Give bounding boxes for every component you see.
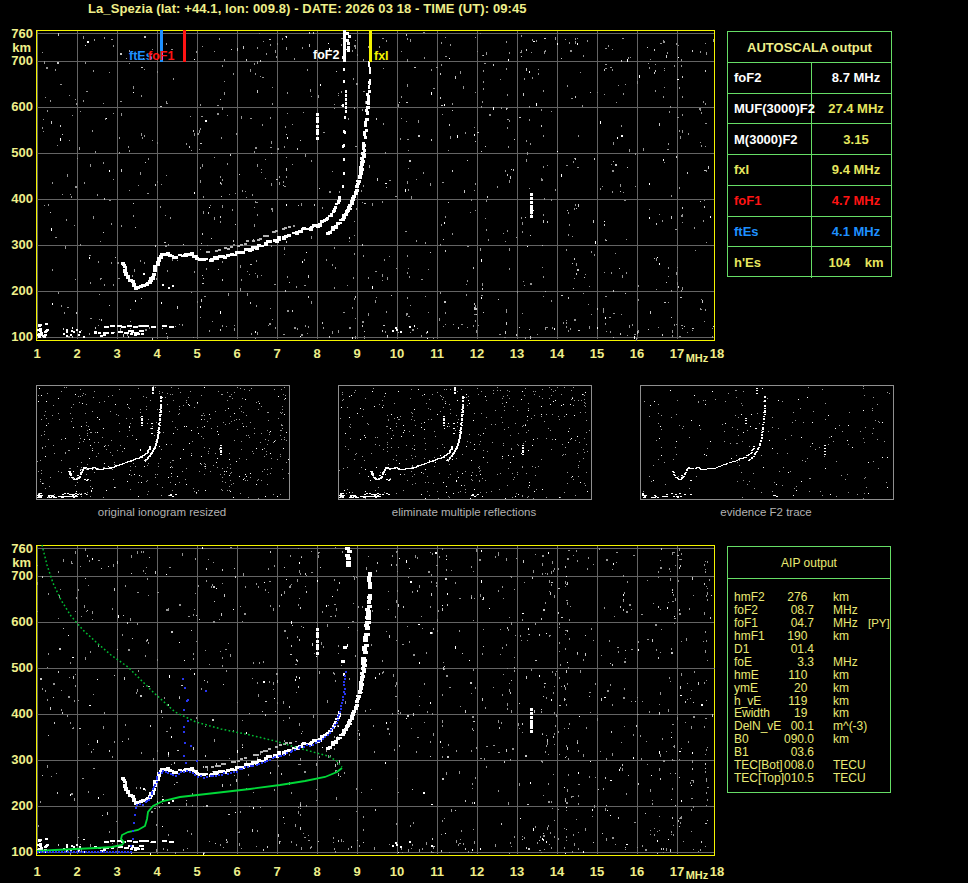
svg-text:14: 14 bbox=[550, 346, 565, 361]
svg-text:8: 8 bbox=[313, 864, 320, 879]
svg-text:400: 400 bbox=[11, 191, 33, 206]
svg-text:7: 7 bbox=[273, 864, 280, 879]
svg-text:5: 5 bbox=[193, 346, 200, 361]
svg-text:13: 13 bbox=[510, 864, 524, 879]
svg-text:200: 200 bbox=[11, 798, 33, 813]
svg-text:10: 10 bbox=[390, 864, 404, 879]
svg-text:500: 500 bbox=[11, 145, 33, 160]
svg-text:600: 600 bbox=[11, 614, 33, 629]
svg-text:200: 200 bbox=[11, 283, 33, 298]
svg-text:17: 17 bbox=[670, 864, 684, 879]
svg-text:300: 300 bbox=[11, 752, 33, 767]
svg-text:eliminate multiple reflections: eliminate multiple reflections bbox=[392, 506, 537, 518]
svg-text:4: 4 bbox=[153, 346, 161, 361]
svg-text:16: 16 bbox=[630, 864, 644, 879]
svg-text:km: km bbox=[12, 555, 31, 570]
svg-text:La_Spezia (lat: +44.1, lon: 00: La_Spezia (lat: +44.1, lon: 009.8) - DAT… bbox=[88, 1, 527, 16]
svg-text:11: 11 bbox=[430, 864, 444, 879]
svg-text:12: 12 bbox=[470, 346, 484, 361]
svg-text:400: 400 bbox=[11, 706, 33, 721]
svg-text:10: 10 bbox=[390, 346, 404, 361]
svg-text:9: 9 bbox=[353, 346, 360, 361]
svg-text:2: 2 bbox=[73, 346, 80, 361]
svg-text:760: 760 bbox=[11, 541, 33, 556]
svg-text:700: 700 bbox=[11, 53, 33, 68]
svg-text:100: 100 bbox=[11, 329, 33, 344]
svg-text:15: 15 bbox=[590, 864, 604, 879]
svg-text:11: 11 bbox=[430, 346, 444, 361]
svg-text:100: 100 bbox=[11, 844, 33, 859]
svg-text:2: 2 bbox=[73, 864, 80, 879]
svg-text:14: 14 bbox=[550, 864, 565, 879]
svg-text:17: 17 bbox=[670, 346, 684, 361]
svg-text:7: 7 bbox=[273, 346, 280, 361]
svg-text:600: 600 bbox=[11, 99, 33, 114]
svg-text:760: 760 bbox=[11, 26, 33, 41]
svg-text:6: 6 bbox=[233, 864, 240, 879]
svg-text:1: 1 bbox=[33, 864, 40, 879]
svg-text:3: 3 bbox=[113, 864, 120, 879]
svg-text:18: 18 bbox=[710, 346, 724, 361]
svg-text:700: 700 bbox=[11, 568, 33, 583]
svg-text:15: 15 bbox=[590, 346, 604, 361]
svg-text:3: 3 bbox=[113, 346, 120, 361]
svg-text:foF1: foF1 bbox=[148, 49, 174, 63]
svg-text:MHz: MHz bbox=[686, 352, 709, 364]
svg-text:fxI: fxI bbox=[374, 49, 389, 63]
svg-text:km: km bbox=[12, 40, 31, 55]
svg-text:MHz: MHz bbox=[686, 869, 709, 881]
svg-text:5: 5 bbox=[193, 864, 200, 879]
svg-text:4: 4 bbox=[153, 864, 161, 879]
svg-text:12: 12 bbox=[470, 864, 484, 879]
svg-text:9: 9 bbox=[353, 864, 360, 879]
svg-text:13: 13 bbox=[510, 346, 524, 361]
svg-text:18: 18 bbox=[710, 864, 724, 879]
svg-text:500: 500 bbox=[11, 660, 33, 675]
svg-text:16: 16 bbox=[630, 346, 644, 361]
svg-text:8: 8 bbox=[313, 346, 320, 361]
svg-text:foF2: foF2 bbox=[313, 48, 339, 62]
svg-text:300: 300 bbox=[11, 237, 33, 252]
svg-text:1: 1 bbox=[33, 346, 40, 361]
svg-text:6: 6 bbox=[233, 346, 240, 361]
svg-text:original ionogram resized: original ionogram resized bbox=[98, 506, 226, 518]
svg-text:evidence F2 trace: evidence F2 trace bbox=[720, 506, 811, 518]
